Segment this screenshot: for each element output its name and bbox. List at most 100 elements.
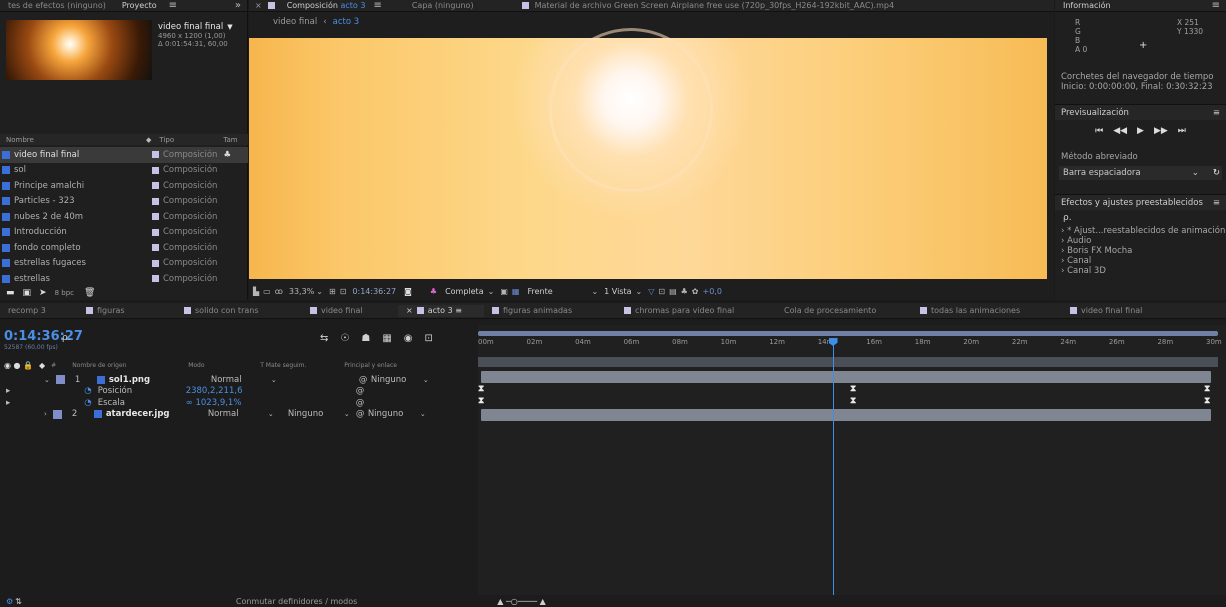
chevron-down-icon[interactable]: ⌄: [268, 410, 288, 418]
keyframe-nav-icon[interactable]: ▸: [6, 386, 10, 396]
list-item[interactable]: fondo completo Composición: [0, 240, 248, 256]
list-item[interactable]: sol Composición: [0, 163, 248, 179]
next-frame-icon[interactable]: ▶▶: [1154, 126, 1168, 136]
views-layout-select[interactable]: 1 Vista: [604, 287, 631, 296]
keyframe-icon[interactable]: ⧗: [850, 384, 856, 394]
list-item[interactable]: video final final Composición ♣: [0, 147, 248, 163]
last-frame-icon[interactable]: ⏭: [1178, 126, 1186, 136]
camera-icon[interactable]: ◙: [404, 287, 412, 296]
pick-whip-icon[interactable]: @: [356, 386, 365, 396]
bit-depth-label[interactable]: 8 bpc: [55, 289, 74, 297]
time-ruler[interactable]: 00m 02m 04m 06m 08m 10m 12m 14m 16m 18m 20m 22m 24m 2…: [478, 338, 1222, 352]
timeline-tab[interactable]: video final final: [1062, 305, 1182, 317]
chevron-down-icon[interactable]: ⌄: [636, 287, 643, 296]
region-of-interest-icon[interactable]: ▣: [500, 287, 508, 296]
previous-frame-icon[interactable]: ◀◀: [1113, 126, 1127, 136]
timeline-search[interactable]: ρ.: [62, 333, 71, 343]
panel-menu-icon[interactable]: ≡: [1213, 105, 1220, 121]
property-value[interactable]: 2380,2,211,6: [186, 386, 356, 396]
frame-blending-icon[interactable]: ▦: [382, 333, 391, 344]
graph-editor-icon[interactable]: ⊡: [425, 333, 433, 344]
panel-menu-icon[interactable]: ≡: [1212, 0, 1220, 11]
frame-render-icon[interactable]: ⇅: [15, 597, 22, 606]
chevron-down-icon[interactable]: ⌄: [423, 376, 429, 384]
shy-layers-icon[interactable]: ☗: [361, 333, 370, 344]
draft-3d-icon[interactable]: ☉: [340, 333, 349, 344]
chevron-down-icon[interactable]: ⌄: [420, 410, 426, 418]
trash-icon[interactable]: 🗑: [84, 288, 95, 298]
keyframe-icon[interactable]: ⧗: [1204, 396, 1210, 406]
column-track-matte[interactable]: T Mate seguim.: [260, 362, 344, 369]
tab-info[interactable]: Información: [1055, 0, 1119, 12]
lock-icon[interactable]: [267, 2, 275, 9]
zoom-slider[interactable]: ▲ ─○──── ▲: [497, 597, 545, 606]
column-mode[interactable]: Modo: [188, 362, 260, 369]
tab-layer[interactable]: Capa (ninguno): [404, 0, 482, 12]
toggle-pixel-aspect-icon[interactable]: ▽: [648, 287, 654, 296]
exposure-icon[interactable]: ✿: [692, 287, 699, 296]
panel-menu-icon[interactable]: ≡: [373, 0, 381, 11]
column-parent[interactable]: Principal y enlace: [344, 362, 397, 369]
keyframe-nav-icon[interactable]: ▸: [6, 398, 10, 408]
tab-effects-controls[interactable]: tes de efectos (ninguno): [0, 0, 114, 12]
keyframe-icon[interactable]: ⧗: [478, 384, 484, 394]
panel-menu-icon[interactable]: ≡: [1213, 195, 1220, 211]
expand-icon[interactable]: ⌄: [44, 376, 50, 384]
timeline-icon[interactable]: ▤: [669, 287, 677, 296]
chevron-down-icon[interactable]: ⌄: [271, 376, 359, 384]
list-item[interactable]: Principe amalchi Composición: [0, 178, 248, 194]
toggle-switches-modes[interactable]: Conmutar definidores / modos: [236, 597, 357, 606]
timeline-tab[interactable]: recomp 3: [0, 305, 78, 317]
pick-whip-icon[interactable]: @: [359, 375, 371, 385]
timeline-tab[interactable]: Cola de procesamiento: [776, 305, 912, 317]
timeline-tab-active[interactable]: × acto 3 ≡: [398, 304, 484, 317]
mode-select[interactable]: Normal: [208, 409, 268, 419]
grid-icon[interactable]: ⊞: [329, 287, 336, 296]
column-size[interactable]: Tam: [223, 136, 237, 144]
list-item[interactable]: estrellas fugaces Composición: [0, 256, 248, 272]
layer-row[interactable]: ⌄ 1 sol1.png Normal ⌄ @ Ninguno ⌄: [0, 374, 476, 386]
effects-item[interactable]: › Audio: [1055, 236, 1226, 246]
shortcut-select[interactable]: Barra espaciadora ⌄ ↻: [1059, 166, 1222, 180]
layer-bar-atardecer[interactable]: [481, 409, 1211, 421]
keyframe-icon[interactable]: ⧗: [850, 396, 856, 406]
tab-composition[interactable]: Composición acto 3: [279, 0, 374, 12]
column-name[interactable]: Nombre: [0, 136, 146, 144]
pick-whip-icon[interactable]: @: [356, 409, 368, 419]
list-item[interactable]: nubes 2 de 40m Composición: [0, 209, 248, 225]
time-display[interactable]: 0:14:36:27 52587 (60,00 fps): [4, 329, 83, 351]
vr-icon[interactable]: ꝏ: [275, 287, 283, 296]
pick-whip-icon[interactable]: @: [356, 398, 365, 408]
layer-row[interactable]: › 2 atardecer.jpg Normal ⌄ Ninguno ⌄ @ N…: [0, 409, 476, 421]
column-type[interactable]: Tipo: [159, 136, 223, 144]
layer-name[interactable]: sol1.png: [109, 375, 211, 385]
more-tabs-icon[interactable]: »: [235, 0, 241, 11]
track-matte-select[interactable]: Ninguno: [288, 409, 344, 419]
render-time-icon[interactable]: ⚙: [6, 597, 13, 606]
tab-footage[interactable]: Material de archivo Green Screen Airplan…: [533, 0, 902, 12]
interpret-footage-icon[interactable]: ▬: [6, 288, 15, 298]
transparency-grid-icon[interactable]: ▦: [512, 287, 520, 296]
play-icon[interactable]: ▶: [1137, 126, 1144, 136]
color-channels-icon[interactable]: ♣: [430, 287, 437, 296]
label-color-swatch[interactable]: [55, 375, 65, 385]
loop-icon[interactable]: ↻: [1213, 168, 1220, 178]
timeline-tab[interactable]: todas las animaciones: [912, 305, 1062, 317]
layer-bar-sol1[interactable]: [481, 371, 1211, 383]
stopwatch-icon[interactable]: ◔: [84, 386, 91, 396]
work-area-bar[interactable]: [478, 331, 1218, 336]
fast-previews-icon[interactable]: ⊡: [658, 287, 665, 296]
layer-name[interactable]: atardecer.jpg: [106, 409, 208, 419]
parent-select[interactable]: Ninguno: [368, 409, 420, 419]
tab-project[interactable]: Proyecto: [114, 0, 165, 12]
keyframe-icon[interactable]: ⧗: [478, 396, 484, 406]
timeline-tab[interactable]: video final: [302, 305, 398, 317]
effects-item[interactable]: › Boris FX Mocha: [1055, 246, 1226, 256]
monitor-icon[interactable]: ▭: [263, 287, 271, 296]
expand-icon[interactable]: ›: [44, 410, 47, 418]
zoom-select[interactable]: 33,3%: [289, 287, 314, 296]
mode-select[interactable]: Normal: [211, 375, 271, 385]
panel-menu-icon[interactable]: ≡: [169, 0, 177, 11]
column-source-name[interactable]: Nombre de origen: [72, 362, 188, 369]
list-item[interactable]: Introducción Composición: [0, 225, 248, 241]
